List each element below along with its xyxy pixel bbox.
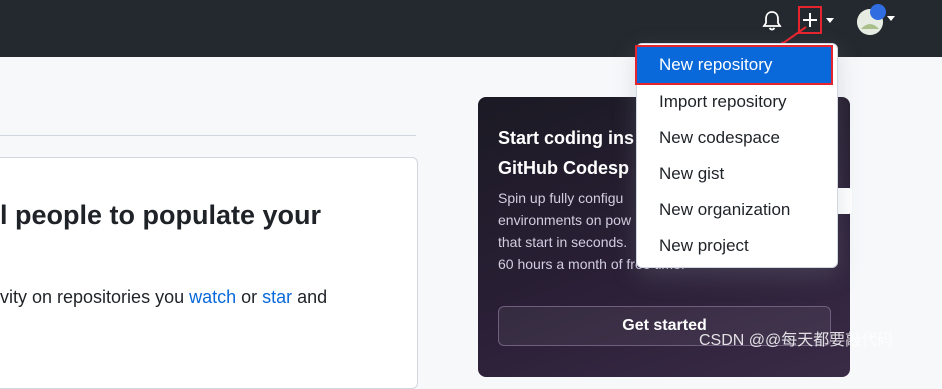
create-new-dropdown: New repository Import repository New cod… xyxy=(635,43,838,268)
menu-item-new-codespace[interactable]: New codespace xyxy=(637,120,837,156)
divider xyxy=(0,135,416,136)
menu-item-new-gist[interactable]: New gist xyxy=(637,156,837,192)
status-dot xyxy=(870,4,886,20)
feed-heading: l people to populate your xyxy=(0,200,322,230)
feed-card xyxy=(0,157,418,389)
watermark: CSDN @@每天都要敲代码 xyxy=(699,332,894,349)
watch-link[interactable]: watch xyxy=(189,287,236,307)
menu-item-new-project[interactable]: New project xyxy=(637,228,837,264)
menu-item-new-organization[interactable]: New organization xyxy=(637,192,837,228)
feed-text: vity on repositories you watch or star a… xyxy=(0,287,416,308)
menu-item-new-repository[interactable]: New repository xyxy=(635,45,833,85)
star-link[interactable]: star xyxy=(262,287,292,307)
feed-text-suffix: and xyxy=(292,287,328,307)
menu-item-import-repository[interactable]: Import repository xyxy=(637,84,837,120)
chevron-down-icon[interactable] xyxy=(826,18,834,23)
avatar-chevron-down-icon[interactable] xyxy=(887,16,895,21)
feed-text-prefix: vity on repositories you xyxy=(0,287,190,307)
feed-text-middle: or xyxy=(236,287,263,307)
